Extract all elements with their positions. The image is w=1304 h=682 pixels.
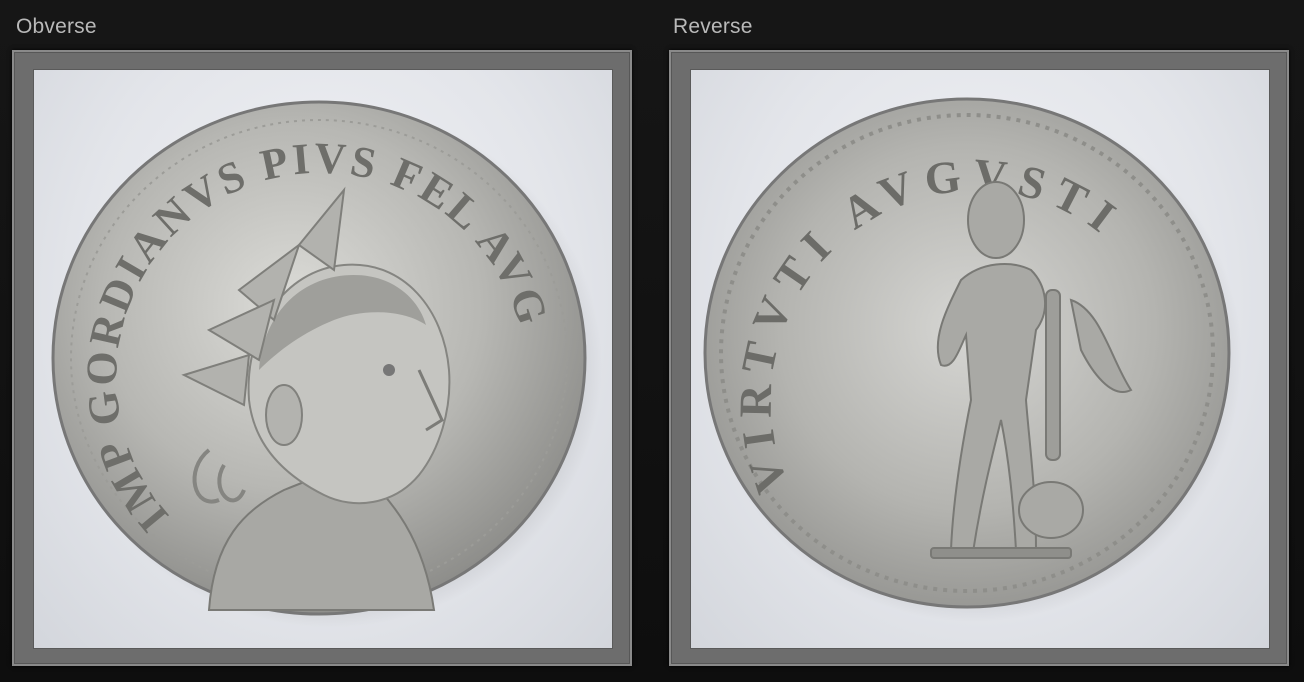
reverse-frame: VIRTVTI AVGVSTI [669,50,1289,666]
obverse-frame: IMP GORDIANVS PIVS FEL AVG [12,50,632,666]
reverse-coin-svg: VIRTVTI AVGVSTI [703,97,1242,622]
obverse-panel: Obverse IMP GORDIANVS PIVS FEL AVG [12,0,634,682]
reverse-label: Reverse [673,15,753,38]
obverse-image[interactable]: IMP GORDIANVS PIVS FEL AVG [33,69,613,649]
obverse-coin-svg: IMP GORDIANVS PIVS FEL AVG [51,100,602,628]
reverse-image[interactable]: VIRTVTI AVGVSTI [690,69,1270,649]
obverse-label: Obverse [16,15,97,38]
reverse-panel: Reverse VIRTVTI AVGVSTI [669,0,1291,682]
coin-viewer: Obverse IMP GORDIANVS PIVS FEL AVG Rever… [0,0,1304,682]
